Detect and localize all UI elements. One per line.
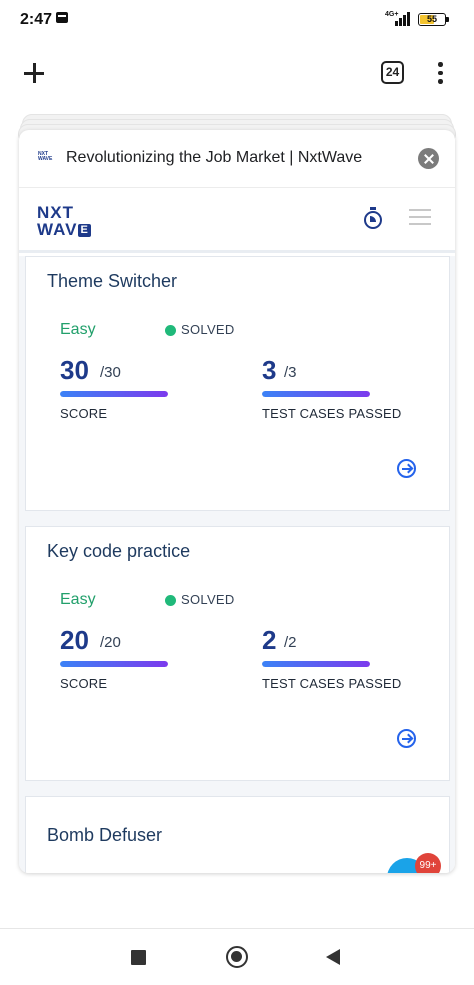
tests-metric: 2 /2 TEST CASES PASSED — [262, 625, 452, 695]
tab-title: Revolutionizing the Job Market | NxtWave — [66, 149, 363, 166]
site-header: NXT WAV E — [19, 189, 455, 253]
system-nav-bar — [0, 928, 474, 985]
score-progress-bar — [60, 391, 168, 397]
problem-title[interactable]: Key code practice — [47, 541, 190, 562]
problem-title[interactable]: Bomb Defuser — [47, 825, 162, 846]
score-total: /20 — [100, 634, 121, 651]
site-favicon: NXT WAVE — [38, 151, 53, 162]
new-tab-button[interactable] — [20, 59, 48, 87]
logo-line-2: WAV — [37, 220, 78, 239]
problem-card[interactable]: Theme Switcher Easy SOLVED 30 /30 SCORE … — [25, 256, 450, 511]
solved-status-dot — [165, 325, 176, 336]
logo-box: E — [78, 224, 91, 237]
more-vert-icon[interactable] — [430, 61, 450, 85]
score-total: /30 — [100, 364, 121, 381]
arrow-right-circle-icon[interactable] — [397, 459, 416, 478]
score-label: SCORE — [60, 676, 108, 691]
problem-card[interactable]: Bomb Defuser — [25, 796, 450, 873]
score-metric: 20 /20 SCORE — [60, 625, 250, 695]
status-time: 2:47 — [20, 11, 53, 28]
tests-metric: 3 /3 TEST CASES PASSED — [262, 355, 452, 425]
battery-percent: 55 — [426, 14, 437, 24]
tests-total: /3 — [284, 364, 297, 381]
hamburger-menu-icon[interactable] — [409, 209, 431, 227]
score-progress-bar — [60, 661, 168, 667]
solved-status: SOLVED — [181, 592, 235, 607]
notification-badge[interactable]: 99+ — [415, 853, 441, 873]
arrow-right-circle-icon[interactable] — [397, 729, 416, 748]
tab-switcher-button[interactable]: 24 — [381, 61, 404, 84]
score-metric: 30 /30 SCORE — [60, 355, 250, 425]
battery-icon: 55 — [418, 13, 446, 26]
tests-value: 2 — [262, 625, 277, 655]
problem-card[interactable]: Key code practice Easy SOLVED 20 /20 SCO… — [25, 526, 450, 781]
problem-title[interactable]: Theme Switcher — [47, 271, 177, 292]
status-bar: 2:47 4G+ 55 — [0, 0, 474, 40]
recent-apps-icon[interactable] — [131, 950, 146, 965]
signal-icon — [395, 12, 413, 26]
problems-list: Theme Switcher Easy SOLVED 30 /30 SCORE … — [19, 256, 455, 873]
difficulty-label: Easy — [60, 321, 96, 338]
tests-label: TEST CASES PASSED — [262, 406, 402, 421]
timer-icon[interactable] — [364, 207, 382, 229]
tests-progress-bar — [262, 391, 370, 397]
tests-progress-bar — [262, 661, 370, 667]
tests-label: TEST CASES PASSED — [262, 676, 402, 691]
tab-card[interactable]: NXT WAVE Revolutionizing the Job Market … — [19, 130, 455, 873]
nxtwave-logo[interactable]: NXT WAV E — [37, 204, 91, 238]
solved-status-dot — [165, 595, 176, 606]
battery-tip — [446, 17, 449, 22]
tests-value: 3 — [262, 355, 277, 385]
message-notification-icon — [56, 12, 68, 23]
difficulty-label: Easy — [60, 591, 96, 608]
home-icon[interactable] — [226, 946, 248, 968]
browser-toolbar: 24 — [0, 44, 474, 104]
tests-total: /2 — [284, 634, 297, 651]
score-label: SCORE — [60, 406, 108, 421]
close-tab-button[interactable] — [418, 148, 439, 169]
solved-status: SOLVED — [181, 322, 235, 337]
score-value: 20 — [60, 625, 89, 655]
back-icon[interactable] — [326, 949, 340, 965]
score-value: 30 — [60, 355, 89, 385]
tab-card-header: NXT WAVE Revolutionizing the Job Market … — [19, 130, 455, 188]
